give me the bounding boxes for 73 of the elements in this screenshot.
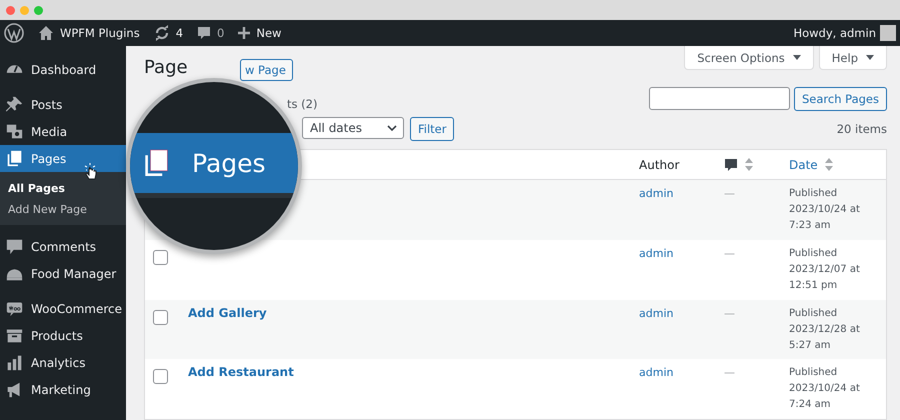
sidebar-item[interactable]: Analytics (0, 349, 90, 376)
column-header: Author (639, 158, 680, 172)
sidebar-item[interactable]: Products (0, 322, 87, 349)
zoom-dot-icon[interactable] (34, 6, 43, 14)
publish-date: 2023/12/07 at 12:51 pm (789, 262, 861, 293)
author-link[interactable]: admin (639, 187, 674, 200)
publish-date: 2023/10/24 at 7:24 am (789, 382, 861, 412)
caret-icon (866, 55, 874, 60)
publish-date: 2023/10/24 at 7:23 am (789, 203, 861, 234)
screen-meta-tab[interactable]: Help (818, 46, 887, 70)
refresh-icon (154, 25, 170, 41)
search-field[interactable] (649, 86, 790, 110)
publish-status: Published (789, 187, 838, 202)
plus-icon (238, 27, 250, 39)
close-dot-icon[interactable] (6, 6, 15, 14)
page-title-link[interactable]: Add Restaurant (188, 365, 294, 380)
sidebar-item[interactable]: Marketing (0, 376, 95, 403)
minimize-dot-icon[interactable] (20, 6, 29, 14)
site-link[interactable]: WPFM Plugins (38, 25, 140, 41)
submenu-item[interactable]: Add New Page (0, 199, 95, 220)
speech-bubble-icon[interactable] (724, 158, 738, 172)
sidebar-item[interactable]: Posts (0, 91, 66, 118)
sidebar-item[interactable]: Pages (0, 145, 126, 172)
updates-link[interactable]: 4 (154, 25, 184, 41)
sidebar-item[interactable]: Dashboard (0, 56, 100, 83)
filter-button[interactable]: Filter (410, 116, 454, 141)
item-count: 20 items (836, 122, 887, 136)
page-title-link[interactable]: Add Gallery (188, 306, 267, 320)
add-new-button[interactable]: w Page (240, 59, 293, 81)
pushpin-icon (6, 96, 23, 113)
search-button[interactable]: Search Pages (794, 86, 887, 111)
publish-status: Published (789, 306, 838, 321)
author-link[interactable]: admin (639, 306, 674, 320)
publish-status: Published (789, 246, 838, 261)
column-sort-link[interactable]: Date (789, 158, 818, 172)
pages-icon (6, 150, 23, 167)
publish-date: 2023/12/28 at 5:27 am (789, 322, 861, 353)
drafts-link[interactable]: ts (2) (287, 96, 318, 111)
comment-count: — (724, 187, 735, 200)
wordpress-logo-icon[interactable] (4, 23, 24, 43)
row-checkbox[interactable] (153, 310, 168, 325)
media-icon (6, 123, 23, 140)
speech-bubble-icon (6, 238, 23, 255)
avatar-icon (880, 25, 896, 41)
screen-meta-tab[interactable]: Screen Options (684, 46, 814, 70)
new-link[interactable]: New (238, 26, 282, 40)
account-link[interactable]: Howdy, admin (793, 25, 900, 41)
author-link[interactable]: admin (639, 246, 674, 260)
archive-box-icon (6, 327, 23, 344)
chevron-down-icon (387, 124, 397, 131)
comment-count: — (724, 306, 735, 320)
comment-count: — (724, 246, 735, 260)
date-select[interactable]: All dates (302, 116, 404, 139)
comments-link[interactable]: 0 (197, 26, 224, 40)
row-checkbox[interactable] (153, 369, 168, 384)
publish-status: Published (789, 366, 838, 380)
caret-icon (792, 55, 801, 60)
pointer-cursor-icon (84, 163, 98, 181)
sidebar-item[interactable]: Media (0, 118, 72, 145)
row-checkbox[interactable] (153, 250, 168, 265)
sidebar-item[interactable]: WooCommerce (0, 295, 126, 322)
page-heading: Page (144, 58, 189, 78)
author-link[interactable]: admin (639, 366, 674, 380)
submenu-item[interactable]: All Pages (0, 178, 126, 199)
comment-count: — (724, 366, 735, 380)
speech-bubble-icon (197, 26, 212, 40)
sidebar-item[interactable]: Food Manager (0, 260, 120, 287)
house-icon (38, 25, 54, 41)
sort-arrows-icon[interactable] (744, 158, 754, 172)
sort-arrows-icon[interactable] (824, 158, 834, 172)
sidebar-item[interactable]: Comments (0, 233, 100, 260)
bar-chart-icon (6, 354, 23, 371)
pages-icon (144, 148, 170, 178)
